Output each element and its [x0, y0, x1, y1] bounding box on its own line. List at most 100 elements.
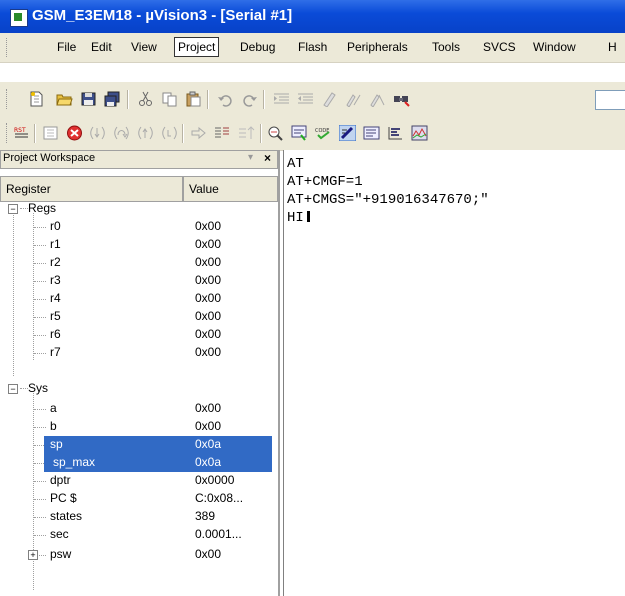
tree-group-sys[interactable]: − Sys — [0, 380, 276, 398]
close-icon[interactable]: × — [264, 151, 271, 165]
step-over-icon[interactable] — [113, 125, 130, 141]
menu-flash[interactable]: Flash — [298, 40, 327, 54]
register-row[interactable]: r7 0x00 — [0, 344, 276, 362]
menu-project[interactable]: Project — [174, 37, 220, 57]
disassembly-window-icon[interactable] — [214, 125, 231, 141]
menu-view[interactable]: View — [131, 40, 157, 54]
dropdown-arrow-icon[interactable]: ▾ — [248, 152, 253, 163]
toggle-bookmark-icon[interactable] — [321, 91, 338, 107]
register-row[interactable]: PC $ C:0x08... — [0, 490, 276, 508]
step-out-icon[interactable] — [137, 125, 154, 141]
register-value[interactable]: 0x0000 — [195, 473, 234, 487]
run-icon[interactable] — [42, 125, 59, 141]
register-value[interactable]: 0x00 — [195, 309, 221, 323]
indent-icon[interactable] — [273, 91, 290, 107]
cut-icon[interactable] — [137, 91, 154, 107]
find-combobox[interactable] — [595, 90, 625, 110]
watch-window-icon[interactable] — [267, 125, 284, 141]
menubar-grip[interactable] — [6, 38, 10, 57]
register-row[interactable]: r1 0x00 — [0, 236, 276, 254]
register-value[interactable]: 0.0001... — [195, 527, 242, 541]
stop-icon[interactable] — [66, 125, 83, 141]
register-value[interactable]: 0x00 — [195, 419, 221, 433]
run-to-cursor-icon[interactable] — [161, 125, 178, 141]
menu-tools[interactable]: Tools — [432, 40, 460, 54]
register-value[interactable]: 0x00 — [195, 237, 221, 251]
register-value[interactable]: 0x00 — [195, 255, 221, 269]
memory-window-icon[interactable] — [291, 125, 308, 141]
register-row[interactable]: r2 0x00 — [0, 254, 276, 272]
expand-icon[interactable]: + — [28, 550, 38, 560]
undo-icon[interactable] — [217, 91, 234, 107]
workspace-title-bar: Project Workspace ▾ × — [0, 150, 278, 169]
serial-output-line: AT+CMGF=1 — [287, 174, 363, 190]
register-value[interactable]: C:0x08... — [195, 491, 243, 505]
register-row[interactable]: + psw 0x00 — [0, 546, 276, 564]
serial-window[interactable]: AT AT+CMGF=1 AT+CMGS="+919016347670;" HI — [283, 150, 625, 596]
register-name: a — [50, 401, 57, 415]
redo-icon[interactable] — [241, 91, 258, 107]
workspace-title: Project Workspace — [3, 152, 96, 164]
register-row-selected[interactable]: sp 0x0a — [0, 436, 276, 454]
collapse-icon[interactable]: − — [8, 384, 18, 394]
register-row[interactable]: dptr 0x0000 — [0, 472, 276, 490]
find-in-files-icon[interactable] — [393, 91, 410, 107]
register-value[interactable]: 0x00 — [195, 547, 221, 561]
register-value[interactable]: 389 — [195, 509, 215, 523]
paste-icon[interactable] — [185, 91, 202, 107]
save-all-icon[interactable] — [104, 91, 121, 107]
register-row-selected[interactable]: sp_max 0x0a — [0, 454, 276, 472]
system-viewer-icon[interactable] — [411, 125, 428, 141]
toolbar-grip[interactable] — [6, 123, 10, 143]
menu-debug[interactable]: Debug — [240, 40, 275, 54]
column-header-register[interactable]: Register — [0, 176, 183, 202]
title-bar: GSM_E3EM18 - µVision3 - [Serial #1] — [0, 0, 625, 33]
register-row[interactable]: r3 0x00 — [0, 272, 276, 290]
open-folder-icon[interactable] — [56, 91, 73, 107]
collapse-icon[interactable]: − — [8, 204, 18, 214]
register-row[interactable]: r0 0x00 — [0, 218, 276, 236]
show-next-statement-icon[interactable] — [190, 125, 207, 141]
register-name: r4 — [50, 291, 61, 305]
code-coverage-icon[interactable]: CODE — [315, 125, 332, 141]
register-value[interactable]: 0x00 — [195, 327, 221, 341]
register-value[interactable]: 0x00 — [195, 401, 221, 415]
register-value[interactable]: 0x00 — [195, 219, 221, 233]
menu-svcs[interactable]: SVCS — [483, 40, 516, 54]
new-file-icon[interactable] — [28, 91, 45, 107]
next-bookmark-icon[interactable] — [369, 91, 386, 107]
menu-help[interactable]: H — [608, 40, 617, 54]
serial-window-icon[interactable] — [339, 125, 356, 141]
register-row[interactable]: r4 0x00 — [0, 290, 276, 308]
tree-group-regs[interactable]: − Regs — [0, 200, 276, 218]
register-row[interactable]: a 0x00 — [0, 400, 276, 418]
register-row[interactable]: b 0x00 — [0, 418, 276, 436]
menu-edit[interactable]: Edit — [91, 40, 112, 54]
register-row[interactable]: r5 0x00 — [0, 308, 276, 326]
menu-window[interactable]: Window — [533, 40, 576, 54]
register-name: states — [50, 509, 83, 523]
trace-records-icon[interactable] — [238, 125, 255, 141]
reset-cpu-icon[interactable]: RST — [13, 125, 30, 141]
register-value[interactable]: 0x00 — [195, 273, 221, 287]
copy-icon[interactable] — [161, 91, 178, 107]
menu-peripherals[interactable]: Peripherals — [347, 40, 408, 54]
unindent-icon[interactable] — [297, 91, 314, 107]
register-value[interactable]: 0x0a — [195, 455, 221, 469]
toolbar-grip[interactable] — [6, 89, 10, 109]
register-value[interactable]: 0x00 — [195, 291, 221, 305]
save-icon[interactable] — [80, 91, 97, 107]
register-row[interactable]: states 389 — [0, 508, 276, 526]
register-row[interactable]: r6 0x00 — [0, 326, 276, 344]
register-value[interactable]: 0x0a — [195, 437, 221, 451]
step-into-icon[interactable] — [89, 125, 106, 141]
performance-analyzer-icon[interactable] — [387, 125, 404, 141]
menu-file[interactable]: File — [57, 40, 76, 54]
register-row[interactable]: sec 0.0001... — [0, 526, 276, 544]
uvision-app-icon[interactable] — [10, 9, 28, 27]
logic-analyzer-icon[interactable] — [363, 125, 380, 141]
previous-bookmark-icon[interactable] — [345, 91, 362, 107]
column-header-value[interactable]: Value — [183, 176, 278, 202]
register-name: r0 — [50, 219, 61, 233]
register-value[interactable]: 0x00 — [195, 345, 221, 359]
